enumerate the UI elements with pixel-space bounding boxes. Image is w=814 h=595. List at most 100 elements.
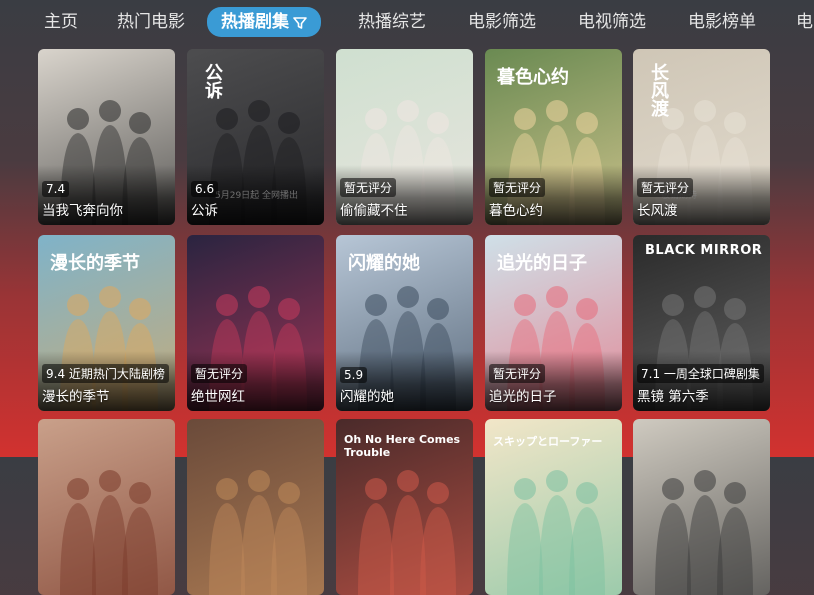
figure-head [427, 298, 449, 320]
card-title: 公诉 [191, 203, 218, 219]
poster-card[interactable]: 暂无评分 绝世网红 [187, 235, 324, 411]
figure-head [248, 286, 270, 308]
figure-body [60, 503, 96, 595]
rating-badge: 7.1 一周全球口碑剧集 [637, 364, 764, 383]
nav-tab-hot-variety[interactable]: 热播综艺 [358, 8, 426, 36]
figure-head [662, 478, 684, 500]
rating-badge: 暂无评分 [637, 178, 694, 197]
figure-body [358, 503, 394, 595]
figure-head [662, 294, 684, 316]
poster-card[interactable]: 长风渡敬请期待暂无评分长风渡 [633, 49, 770, 225]
figure-head [248, 100, 270, 122]
poster-title-art: スキップとローファー [493, 435, 603, 448]
rating-badge: 暂无评分 [489, 178, 546, 197]
figure-head [427, 112, 449, 134]
poster-card[interactable] [633, 419, 770, 595]
card-title: 偷偷藏不住 [340, 203, 408, 219]
figure-head [546, 286, 568, 308]
figure-body [209, 503, 245, 595]
figure-head [694, 100, 716, 122]
figure-head [216, 478, 238, 500]
figure-head [67, 294, 89, 316]
rating-badge: 7.4 [42, 181, 70, 197]
poster-artwork [655, 470, 753, 595]
poster-card[interactable] [187, 419, 324, 595]
figure-body [507, 503, 543, 595]
nav-tab-home[interactable]: 主页 [44, 8, 78, 36]
figure-head [514, 478, 536, 500]
figure-head [129, 298, 151, 320]
nav-tab-hot-movies[interactable]: 热门电影 [117, 8, 185, 36]
figure-head [129, 112, 151, 134]
rating-badge: 暂无评分 [191, 364, 248, 383]
poster-card[interactable]: 公诉5月29日起 全网播出6.6公诉 [187, 49, 324, 225]
card-title: 绝世网红 [191, 389, 245, 405]
poster-artwork [209, 470, 307, 595]
figure-head [694, 470, 716, 492]
poster-title-art: 暮色心约 [497, 67, 569, 88]
poster-title-art: 长风渡 [648, 63, 669, 117]
card-title: 追光的日子 [489, 389, 557, 405]
figure-head [397, 286, 419, 308]
poster-card[interactable]: 漫长的季节 9.4 近期热门大陆剧榜 漫长的季节 [38, 235, 175, 411]
poster-card[interactable]: 追光的日子 暂无评分 追光的日子 [485, 235, 622, 411]
figure-head [99, 470, 121, 492]
figure-head [99, 286, 121, 308]
nav-tab-movie-rankings[interactable]: 电影榜单 [688, 8, 756, 36]
figure-head [514, 294, 536, 316]
figure-body [717, 507, 753, 595]
card-title: 长风渡 [637, 203, 678, 219]
nav-tab-hot-series-label: 热播剧集 [221, 12, 289, 32]
poster-image [38, 419, 175, 595]
figure-head [397, 100, 419, 122]
figure-head [427, 482, 449, 504]
poster-card[interactable]: Oh No Here Comes Trouble [336, 419, 473, 595]
figure-head [576, 482, 598, 504]
top-nav: 主页 热门电影 热播剧集 热播综艺 电影筛选 电视筛选 电影榜单 电 [0, 0, 814, 44]
figure-head [724, 482, 746, 504]
card-title: 闪耀的她 [340, 389, 394, 405]
card-title: 黑镜 第六季 [637, 389, 709, 405]
poster-title-art: 公诉 [202, 63, 223, 99]
figure-head [724, 298, 746, 320]
poster-card[interactable]: 闪耀的她 5.9 闪耀的她 [336, 235, 473, 411]
poster-card[interactable]: スキップとローファー [485, 419, 622, 595]
figure-head [397, 470, 419, 492]
rating-badge: 9.4 近期热门大陆剧榜 [42, 364, 169, 383]
figure-head [514, 108, 536, 130]
figure-head [129, 482, 151, 504]
figure-body [569, 507, 605, 595]
poster-artwork [60, 470, 158, 595]
figure-head [576, 298, 598, 320]
nav-tab-movie-filter[interactable]: 电影筛选 [468, 8, 536, 36]
rating-badge: 6.6 [191, 181, 219, 197]
rating-badge: 暂无评分 [340, 178, 397, 197]
poster-title-art: 追光的日子 [497, 253, 587, 274]
figure-head [216, 294, 238, 316]
figure-head [248, 470, 270, 492]
figure-head [694, 286, 716, 308]
poster-card[interactable]: 暂无评分 偷偷藏不住 [336, 49, 473, 225]
poster-card[interactable]: BLACK MIRROR 7.1 一周全球口碑剧集 黑镜 第六季 [633, 235, 770, 411]
figure-head [576, 112, 598, 134]
poster-card[interactable]: 暮色心约 暂无评分 暮色心约 [485, 49, 622, 225]
nav-tab-tv-filter[interactable]: 电视筛选 [578, 8, 646, 36]
figure-body [655, 503, 691, 595]
figure-head [546, 470, 568, 492]
figure-head [67, 108, 89, 130]
figure-head [278, 298, 300, 320]
nav-tab-overflow[interactable]: 电 [796, 8, 813, 36]
poster-card[interactable] [38, 419, 175, 595]
figure-head [724, 112, 746, 134]
poster-title-art: Oh No Here Comes Trouble [344, 433, 461, 459]
card-title: 当我飞奔向你 [42, 203, 123, 219]
figure-head [365, 478, 387, 500]
figure-body [122, 507, 158, 595]
figure-head [99, 100, 121, 122]
poster-card[interactable]: 7.4 当我飞奔向你 [38, 49, 175, 225]
figure-body [420, 507, 456, 595]
figure-head [216, 108, 238, 130]
poster-title-art: BLACK MIRROR [645, 243, 763, 258]
card-title: 暮色心约 [489, 203, 543, 219]
nav-tab-hot-series[interactable]: 热播剧集 [207, 7, 321, 37]
